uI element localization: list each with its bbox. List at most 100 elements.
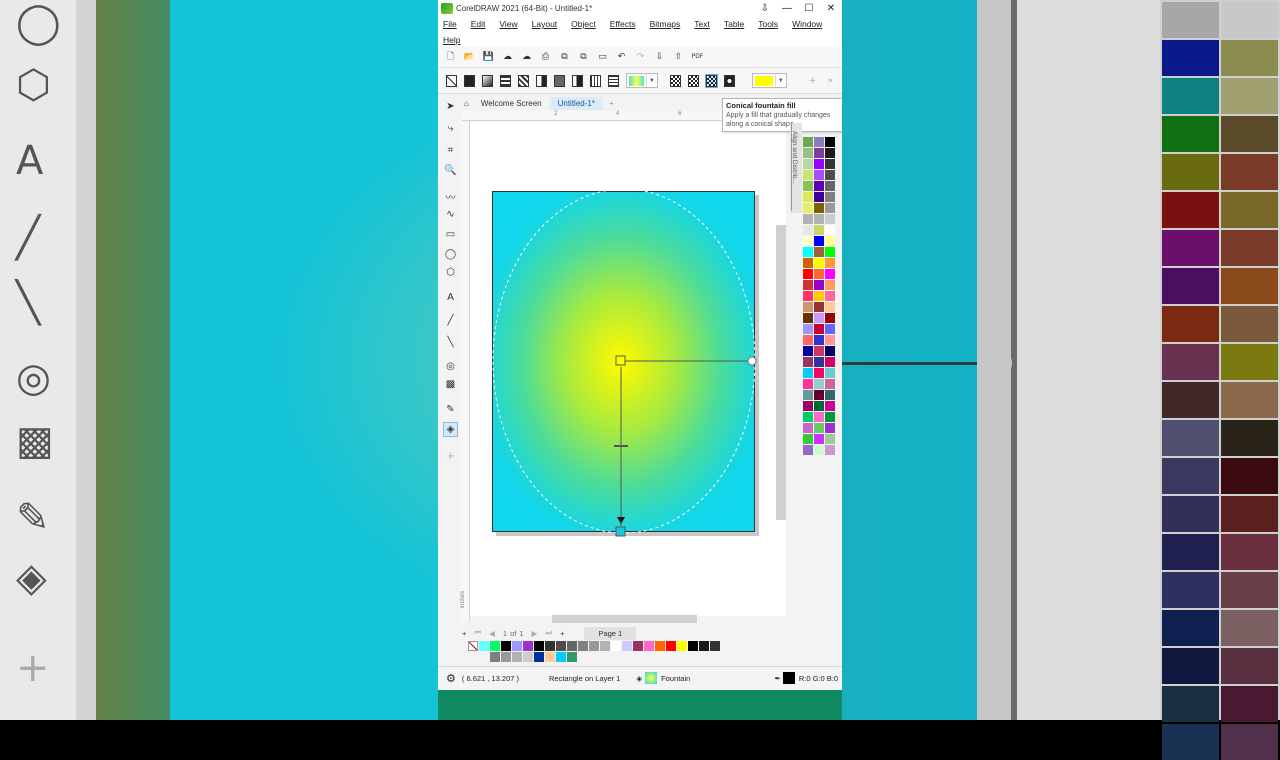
color-swatch[interactable] — [825, 247, 835, 257]
color-swatch[interactable] — [825, 335, 835, 345]
color-swatch[interactable] — [825, 423, 835, 433]
color-swatch[interactable] — [814, 170, 824, 180]
color-swatch[interactable] — [523, 652, 533, 662]
color-swatch[interactable] — [556, 652, 566, 662]
color-swatch[interactable] — [803, 137, 813, 147]
color-swatch[interactable] — [814, 423, 824, 433]
color-swatch[interactable] — [803, 390, 813, 400]
color-swatch[interactable] — [814, 368, 824, 378]
color-swatch[interactable] — [814, 324, 824, 334]
color-swatch[interactable] — [825, 269, 835, 279]
color-swatch[interactable] — [803, 181, 813, 191]
color-swatch[interactable] — [490, 641, 500, 651]
color-swatch[interactable] — [825, 357, 835, 367]
color-swatch[interactable] — [655, 641, 665, 651]
gradient-center-handle[interactable] — [615, 355, 626, 366]
color-swatch[interactable] — [814, 203, 824, 213]
color-swatch[interactable] — [688, 641, 698, 651]
add-page-after-button[interactable]: + — [560, 629, 564, 638]
first-page-icon[interactable]: ⏮ — [474, 628, 481, 638]
color-swatch[interactable] — [814, 225, 824, 235]
color-swatch[interactable] — [825, 258, 835, 268]
color-swatch[interactable] — [803, 313, 813, 323]
color-swatch[interactable] — [803, 258, 813, 268]
color-swatch[interactable] — [600, 641, 610, 651]
color-swatch[interactable] — [814, 291, 824, 301]
color-swatch[interactable] — [803, 192, 813, 202]
color-swatch[interactable] — [814, 445, 824, 455]
color-swatch[interactable] — [825, 434, 835, 444]
color-swatch[interactable] — [803, 445, 813, 455]
color-swatch[interactable] — [589, 641, 599, 651]
next-page-icon[interactable]: ▶ — [532, 629, 538, 638]
page-tab-1[interactable]: Page 1 — [584, 626, 637, 640]
color-swatch[interactable] — [825, 379, 835, 389]
color-swatch[interactable] — [479, 641, 489, 651]
color-swatch[interactable] — [699, 641, 709, 651]
color-swatch[interactable] — [803, 236, 813, 246]
color-swatch[interactable] — [814, 214, 824, 224]
color-swatch[interactable] — [803, 324, 813, 334]
color-swatch[interactable] — [825, 401, 835, 411]
color-swatch[interactable] — [501, 641, 511, 651]
color-swatch[interactable] — [814, 258, 824, 268]
color-swatch[interactable] — [803, 247, 813, 257]
color-swatch[interactable] — [814, 434, 824, 444]
color-swatch[interactable] — [825, 225, 835, 235]
color-swatch[interactable] — [814, 412, 824, 422]
color-swatch[interactable] — [825, 148, 835, 158]
gradient-end-handle[interactable] — [615, 526, 626, 537]
vertical-scrollbar[interactable] — [776, 225, 786, 520]
color-swatch[interactable] — [803, 346, 813, 356]
color-swatch[interactable] — [803, 379, 813, 389]
color-swatch[interactable] — [814, 192, 824, 202]
color-swatch[interactable] — [803, 280, 813, 290]
color-swatch[interactable] — [523, 641, 533, 651]
color-swatch[interactable] — [803, 335, 813, 345]
color-swatch[interactable] — [825, 236, 835, 246]
color-swatch[interactable] — [710, 641, 720, 651]
color-swatch[interactable] — [567, 641, 577, 651]
color-swatch[interactable] — [490, 652, 500, 662]
color-swatch[interactable] — [803, 401, 813, 411]
add-page-button[interactable]: + — [462, 629, 466, 638]
color-swatch[interactable] — [567, 652, 577, 662]
color-swatch[interactable] — [825, 159, 835, 169]
color-swatch[interactable] — [814, 148, 824, 158]
gradient-width-handle[interactable] — [747, 356, 757, 366]
color-swatch[interactable] — [825, 291, 835, 301]
color-swatch[interactable] — [814, 346, 824, 356]
color-swatch[interactable] — [825, 203, 835, 213]
color-swatch[interactable] — [803, 203, 813, 213]
color-swatch[interactable] — [512, 641, 522, 651]
color-swatch[interactable] — [825, 346, 835, 356]
color-swatch[interactable] — [633, 641, 643, 651]
color-swatch[interactable] — [803, 423, 813, 433]
color-swatch[interactable] — [814, 401, 824, 411]
color-swatch[interactable] — [611, 641, 621, 651]
color-swatch[interactable] — [825, 412, 835, 422]
docker-tab[interactable]: Align and Distrib... — [790, 123, 802, 213]
color-swatch[interactable] — [814, 236, 824, 246]
color-swatch[interactable] — [803, 434, 813, 444]
color-swatch[interactable] — [814, 335, 824, 345]
color-swatch[interactable] — [803, 412, 813, 422]
color-swatch[interactable] — [534, 641, 544, 651]
color-swatch[interactable] — [803, 170, 813, 180]
prev-page-icon[interactable]: ◀ — [489, 629, 495, 638]
color-swatch[interactable] — [825, 390, 835, 400]
color-swatch[interactable] — [803, 225, 813, 235]
color-swatch[interactable] — [622, 641, 632, 651]
color-swatch[interactable] — [814, 159, 824, 169]
color-swatch[interactable] — [666, 641, 676, 651]
color-swatch[interactable] — [803, 214, 813, 224]
color-swatch[interactable] — [545, 652, 555, 662]
color-swatch[interactable] — [512, 652, 522, 662]
color-swatch[interactable] — [814, 269, 824, 279]
color-swatch[interactable] — [825, 181, 835, 191]
color-swatch[interactable] — [534, 652, 544, 662]
color-swatch[interactable] — [468, 641, 478, 651]
color-swatch[interactable] — [814, 357, 824, 367]
color-swatch[interactable] — [814, 181, 824, 191]
color-swatch[interactable] — [814, 313, 824, 323]
